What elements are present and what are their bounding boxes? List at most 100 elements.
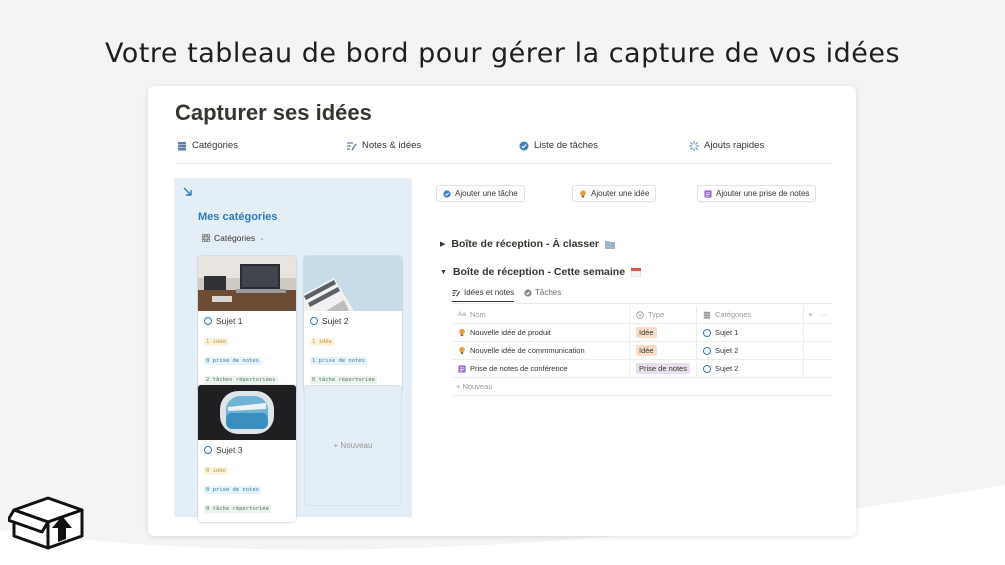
inbox-this-week-toggle[interactable]: ▼ Boîte de réception - Cette semaine [440, 266, 642, 278]
task-circle-icon [703, 328, 711, 337]
notes-count: 1 prise de notes [310, 357, 367, 365]
ideas-count: 1 idée [310, 338, 334, 346]
tasks-count: 0 tâche répertoriée [310, 376, 377, 384]
nav-item-quick-adds[interactable]: Ajouts rapides [689, 140, 764, 151]
check-circle-icon [524, 288, 532, 297]
row-name: Nouvelle idée de produit [470, 328, 551, 337]
notes-icon [347, 141, 357, 150]
categories-view-selector[interactable]: Catégories ⌄ [202, 233, 265, 243]
row-category: Sujet 2 [715, 364, 739, 373]
triangle-down-icon: ▼ [440, 268, 447, 276]
notepad-icon [704, 189, 712, 198]
row-name: Prise de notes de conférence [470, 364, 568, 373]
table-row[interactable]: Prise de notes de conférence Prise de no… [452, 360, 832, 378]
task-circle-icon [204, 446, 212, 454]
nav-label: Catégories [192, 140, 238, 151]
column-header-categories[interactable]: Catégories [697, 306, 804, 323]
text-property-icon: Aa [458, 311, 466, 318]
section-title: Boîte de réception - À classer [451, 238, 600, 250]
database-view-tabs: Idées et notes Tâches [452, 286, 832, 304]
tab-label: Tâches [535, 288, 562, 297]
button-label: Ajouter une tâche [455, 189, 518, 198]
add-idea-button[interactable]: Ajouter une idée [572, 185, 657, 202]
tasks-count: 0 tâche répertoriée [204, 505, 271, 513]
notepad-icon [458, 364, 466, 373]
add-new-row-button[interactable]: + Nouveau [452, 378, 832, 396]
view-label: Catégories [214, 233, 256, 243]
select-property-icon [636, 310, 644, 319]
ideas-notes-table: Aa Nom Type Catégories + ··· Nouvelle id… [452, 306, 832, 396]
nav-label: Notes & idées [362, 140, 422, 151]
nav-label: Liste de tâches [534, 140, 598, 151]
categories-panel: Mes catégories Catégories ⌄ Sujet 1 1 id… [174, 178, 412, 522]
arrow-down-right-icon [183, 187, 192, 196]
row-category: Sujet 2 [715, 346, 739, 355]
tab-ideas-notes[interactable]: Idées et notes [452, 288, 515, 302]
check-circle-icon [443, 189, 451, 198]
header-label: Type [648, 310, 665, 319]
card-title: Sujet 3 [216, 445, 243, 455]
inbox-to-sort-toggle[interactable]: ▶ Boîte de réception - À classer [440, 238, 616, 250]
triangle-right-icon: ▶ [440, 241, 446, 248]
header-label: Nom [469, 310, 486, 319]
row-category: Sujet 1 [715, 328, 739, 337]
table-row[interactable]: Nouvelle idée de commmunication Idée Suj… [452, 342, 832, 360]
add-property-icon[interactable]: + [808, 310, 812, 319]
nav-label: Ajouts rapides [704, 140, 765, 151]
sparkle-icon [689, 140, 699, 151]
table-row[interactable]: Nouvelle idée de produit Idée Sujet 1 [452, 324, 832, 342]
more-options-icon[interactable]: ··· [820, 310, 828, 319]
column-header-type[interactable]: Type [630, 306, 697, 323]
ideas-count: 1 idée [204, 338, 228, 346]
top-navigation: Catégories Notes & idées Liste de tâches… [175, 138, 832, 164]
add-note-button[interactable]: Ajouter une prise de notes [697, 185, 817, 202]
page-headline: Votre tableau de bord pour gérer la capt… [104, 38, 901, 69]
building-sky-image [304, 256, 402, 311]
chevron-down-icon: ⌄ [259, 235, 265, 242]
stack-icon [703, 311, 711, 319]
tab-label: Idées et notes [464, 288, 515, 297]
tab-tasks[interactable]: Tâches [524, 288, 561, 297]
lightbulb-icon [580, 189, 586, 198]
column-header-name[interactable]: Aa Nom [452, 306, 630, 323]
nav-item-categories[interactable]: Catégories [177, 140, 238, 151]
type-tag: Prise de notes [636, 363, 690, 374]
new-category-card[interactable]: + Nouveau [304, 385, 402, 506]
check-circle-icon [519, 141, 529, 150]
card-title: Sujet 1 [216, 316, 243, 326]
category-card-3[interactable]: Sujet 3 0 idée 0 prise de notes 0 tâche … [198, 385, 296, 522]
notes-icon [452, 289, 461, 297]
grid-icon [202, 234, 210, 242]
type-tag: Idée [636, 345, 657, 356]
table-header-row: Aa Nom Type Catégories + ··· [452, 306, 832, 324]
page-title: Capturer ses idées [175, 100, 372, 125]
button-label: Ajouter une prise de notes [716, 189, 810, 198]
button-label: Ajouter une idée [591, 189, 650, 198]
type-tag: Idée [636, 327, 657, 338]
add-task-button[interactable]: Ajouter une tâche [436, 185, 525, 202]
header-label: Catégories [715, 310, 752, 319]
column-header-actions: + ··· [804, 306, 832, 323]
category-card-2[interactable]: Sujet 2 1 idée 1 prise de notes 0 tâche … [304, 256, 402, 393]
box-upload-logo [8, 496, 84, 550]
lightbulb-icon [459, 346, 465, 355]
folder-icon [605, 240, 616, 249]
tasks-count: 2 tâches répertoriées [204, 376, 278, 384]
laptop-desk-image [198, 256, 296, 311]
categories-title: Mes catégories [198, 211, 278, 223]
category-card-1[interactable]: Sujet 1 1 idée 0 prise de notes 2 tâches… [198, 256, 296, 393]
airplane-window-image [198, 385, 296, 440]
calendar-icon [631, 267, 642, 277]
row-name: Nouvelle idée de commmunication [470, 346, 585, 355]
task-circle-icon [703, 346, 711, 355]
ideas-count: 0 idée [204, 467, 228, 475]
task-circle-icon [310, 317, 318, 325]
nav-item-tasks[interactable]: Liste de tâches [519, 140, 598, 151]
notes-count: 0 prise de notes [204, 486, 261, 494]
task-circle-icon [703, 364, 711, 373]
stack-icon [178, 141, 186, 150]
nav-item-notes[interactable]: Notes & idées [347, 140, 421, 151]
lightbulb-icon [459, 328, 465, 337]
card-title: Sujet 2 [322, 316, 349, 326]
section-title: Boîte de réception - Cette semaine [452, 266, 626, 278]
